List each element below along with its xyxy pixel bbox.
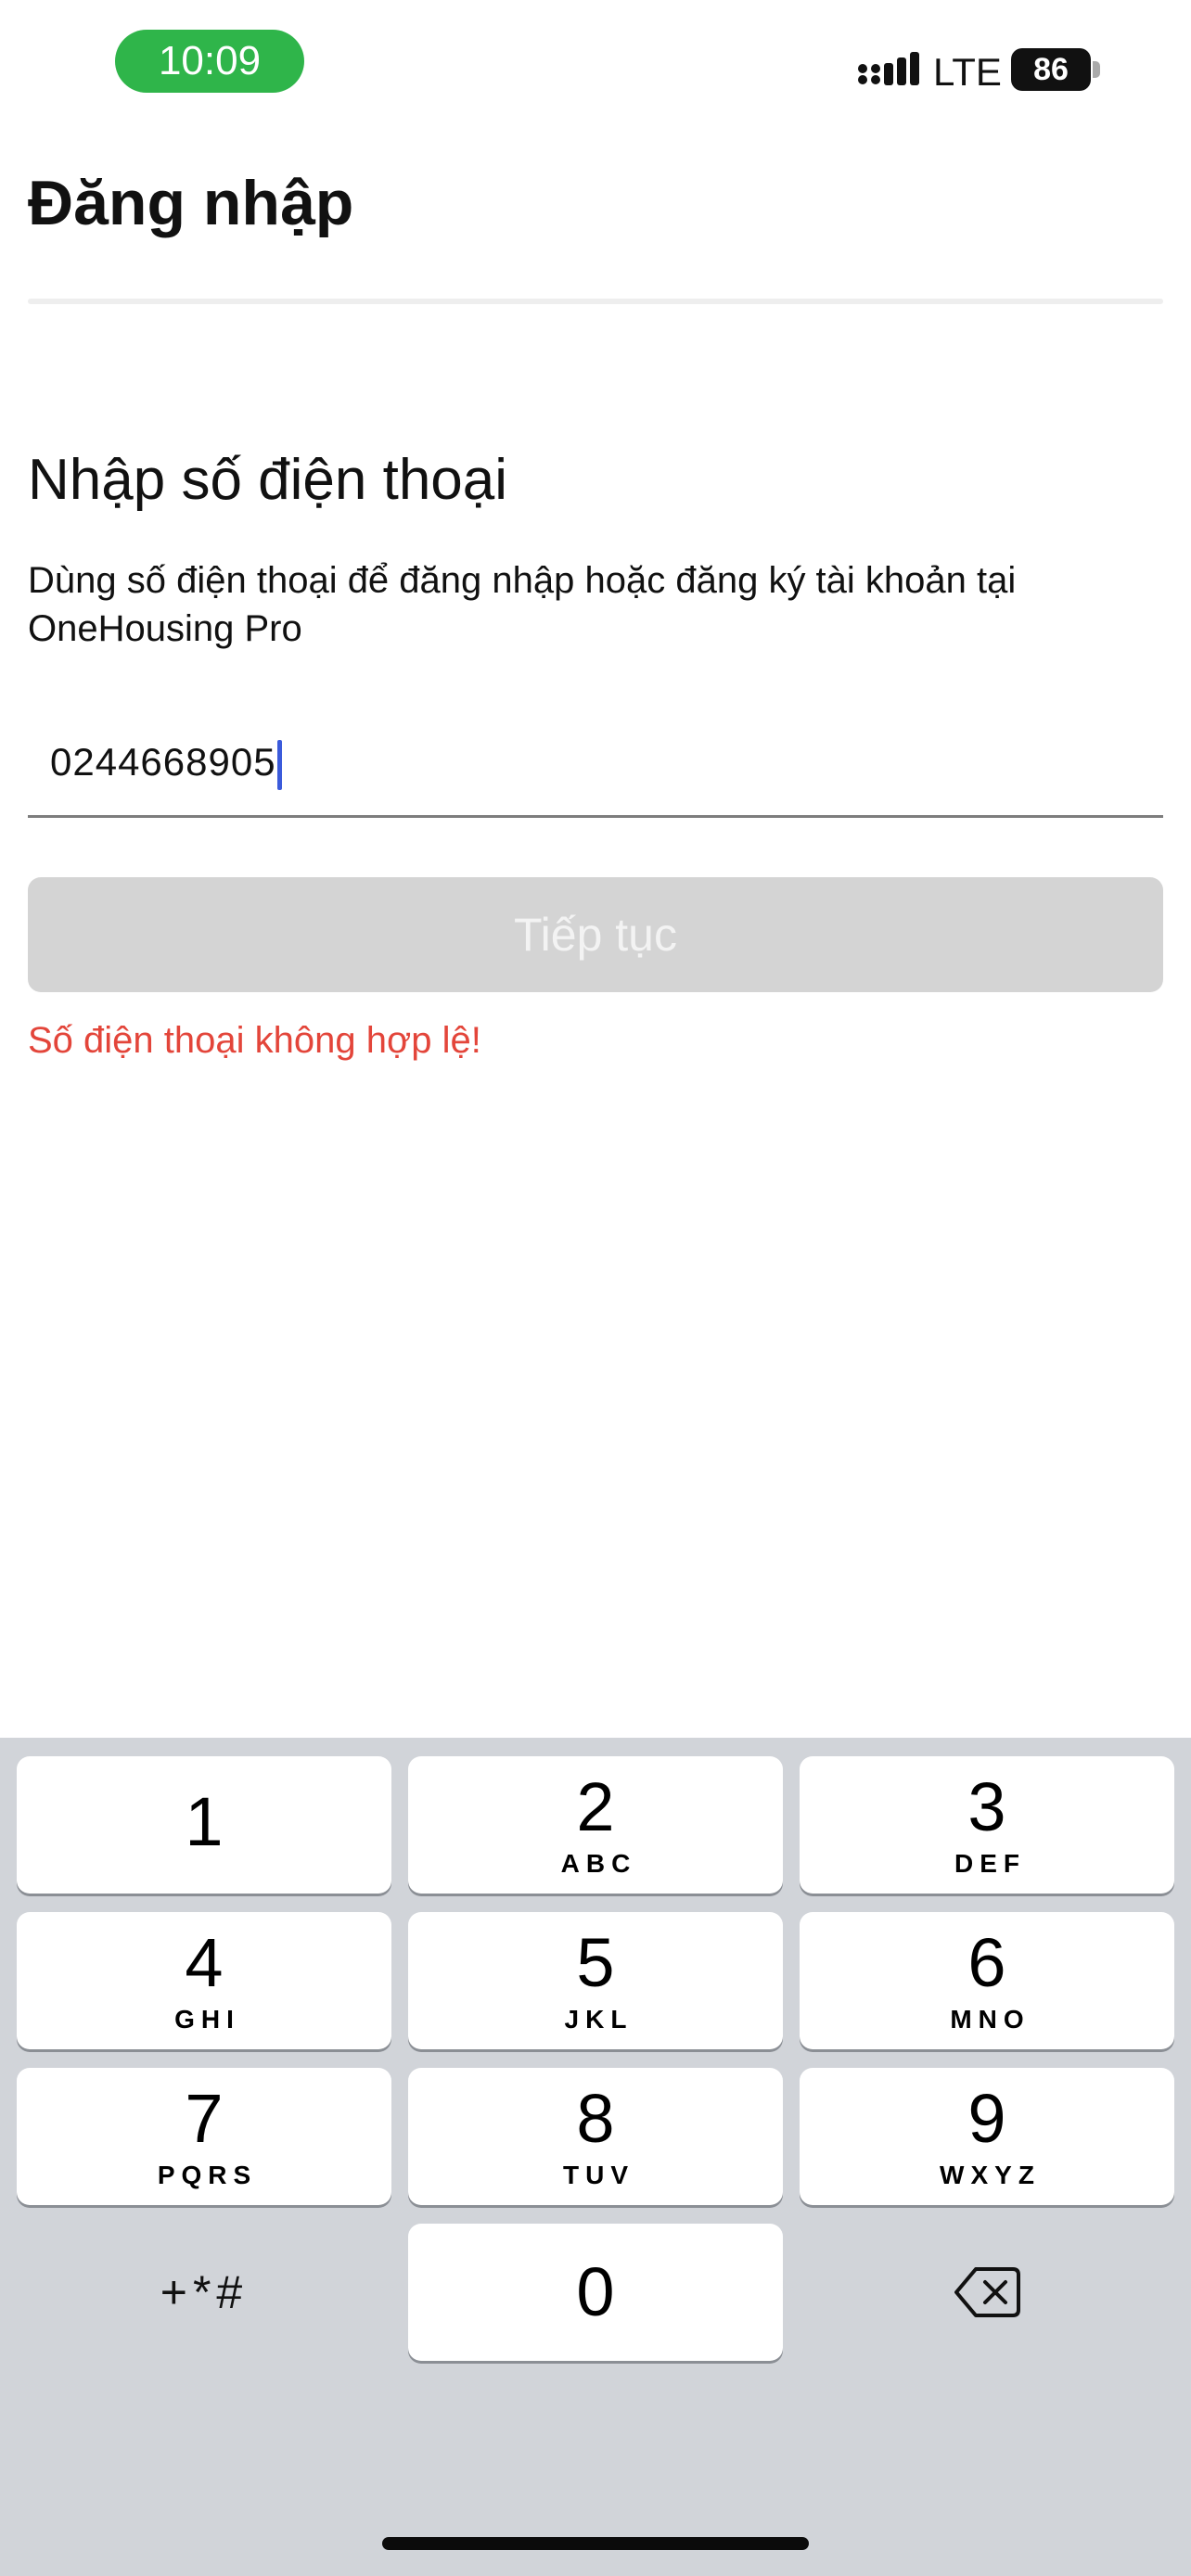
key-letters: DEF <box>954 1849 1026 1878</box>
key-letters: GHI <box>174 2005 240 2034</box>
key-1[interactable]: 1 <box>17 1756 391 1894</box>
header-divider <box>28 299 1163 304</box>
key-digit: 4 <box>185 1924 224 2001</box>
cellular-signal-icon <box>858 52 919 85</box>
symbols-key[interactable]: +*# <box>17 2224 391 2361</box>
key-digit: 6 <box>967 1924 1006 2001</box>
status-time[interactable]: 10:09 <box>115 30 304 93</box>
key-letters: ABC <box>560 1849 637 1878</box>
key-digit: 8 <box>576 2080 615 2157</box>
numeric-keyboard: 1 2 ABC 3 DEF 4 GHI 5 JKL 6 MNO 7 PQRS 8… <box>0 1738 1191 2576</box>
key-digit: 3 <box>967 1768 1006 1845</box>
key-4[interactable]: 4 GHI <box>17 1912 391 2049</box>
home-indicator[interactable] <box>382 2537 809 2550</box>
phone-input[interactable]: 0244668905 <box>28 720 1163 818</box>
backspace-icon <box>954 2267 1020 2317</box>
symbols-label: +*# <box>160 2266 249 2318</box>
key-digit: 9 <box>967 2080 1006 2157</box>
key-digit: 2 <box>576 1768 615 1845</box>
key-digit: 1 <box>185 1783 224 1860</box>
key-9[interactable]: 9 WXYZ <box>800 2068 1174 2205</box>
login-description: Dùng số điện thoại để đăng nhập hoặc đăn… <box>28 560 1017 649</box>
phone-input-value[interactable]: 0244668905 <box>50 740 282 790</box>
key-digit: 7 <box>185 2080 224 2157</box>
status-bar: 10:09 LTE 86 <box>0 0 1191 130</box>
key-6[interactable]: 6 MNO <box>800 1912 1174 2049</box>
phone-heading: Nhập số điện thoại <box>28 448 508 512</box>
network-type: LTE <box>933 50 1002 94</box>
battery-level: 86 <box>1011 48 1091 91</box>
key-letters: JKL <box>564 2005 634 2034</box>
key-3[interactable]: 3 DEF <box>800 1756 1174 1894</box>
delete-key[interactable] <box>800 2224 1174 2361</box>
page-title: Đăng nhập <box>28 168 354 238</box>
key-7[interactable]: 7 PQRS <box>17 2068 391 2205</box>
battery-icon: 86 <box>1011 48 1100 91</box>
text-caret <box>276 740 282 790</box>
battery-cap <box>1093 61 1100 78</box>
key-2[interactable]: 2 ABC <box>408 1756 783 1894</box>
key-0[interactable]: 0 <box>408 2224 783 2361</box>
key-digit: 0 <box>576 2253 615 2330</box>
key-5[interactable]: 5 JKL <box>408 1912 783 2049</box>
key-8[interactable]: 8 TUV <box>408 2068 783 2205</box>
key-letters: MNO <box>950 2005 1031 2034</box>
key-letters: TUV <box>563 2161 634 2189</box>
key-letters: PQRS <box>157 2161 258 2189</box>
error-message: Số điện thoại không hợp lệ! <box>28 1020 481 1061</box>
key-letters: WXYZ <box>940 2161 1041 2189</box>
key-digit: 5 <box>576 1924 615 2001</box>
phone-number-text: 0244668905 <box>50 740 276 784</box>
continue-button[interactable]: Tiếp tục <box>28 877 1163 992</box>
